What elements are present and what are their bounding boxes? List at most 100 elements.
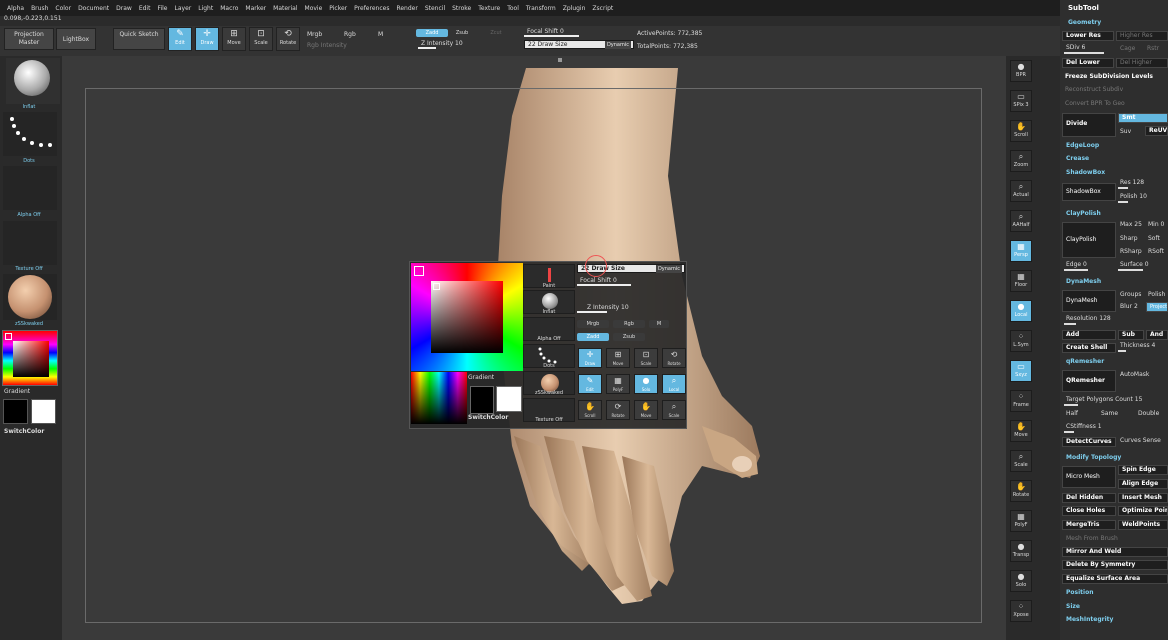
max-slider[interactable]: Max 25 xyxy=(1120,221,1142,228)
z-intensity-slider[interactable]: Z Intensity 10 xyxy=(418,40,516,49)
popup-rotate-button[interactable]: ⟲ Rotate xyxy=(662,348,686,368)
micro-mesh-button[interactable]: Micro Mesh xyxy=(1062,466,1116,488)
popup-mrgb-toggle[interactable]: Mrgb xyxy=(577,320,609,328)
menu-item-preferences[interactable]: Preferences xyxy=(354,5,389,12)
res-slider[interactable]: Res 128 xyxy=(1118,179,1168,189)
popup-edit-button[interactable]: ✎ Edit xyxy=(578,374,602,394)
edit-button[interactable]: ✎ Edit xyxy=(168,27,192,51)
right-aahalf-button[interactable]: ⌕ AAHalf xyxy=(1010,210,1032,232)
mirror-and-weld-button[interactable]: Mirror And Weld xyxy=(1062,547,1168,557)
geometry-header[interactable]: Geometry xyxy=(1068,19,1101,26)
right-xyz-button[interactable]: ▭ Sxyz xyxy=(1010,360,1032,382)
right-rotate-button[interactable]: ✋ Rotate xyxy=(1010,480,1032,502)
mesh-from-brush-button[interactable]: Mesh From Brush xyxy=(1066,535,1118,542)
min-slider[interactable]: Min 0 xyxy=(1148,221,1164,228)
surface-slider[interactable]: Surface 0 xyxy=(1118,261,1168,271)
menu-item-zplugin[interactable]: Zplugin xyxy=(563,5,586,12)
draw-size-slider[interactable]: 22 Draw Size Dynamic xyxy=(524,40,634,49)
dynamesh-button[interactable]: DynaMesh xyxy=(1062,290,1116,312)
popup-z-intensity-slider[interactable]: Z Intensity 10 xyxy=(577,304,685,313)
menu-item-document[interactable]: Document xyxy=(78,5,109,12)
divide-button[interactable]: Divide xyxy=(1062,113,1116,137)
equalize-surface-area-button[interactable]: Equalize Surface Area xyxy=(1062,574,1168,584)
align-edge-button[interactable]: Align Edge xyxy=(1118,479,1168,489)
menu-item-draw[interactable]: Draw xyxy=(116,5,132,12)
popup-focal-shift-slider[interactable]: Focal Shift 0 xyxy=(577,277,685,286)
rsharp-button[interactable]: RSharp xyxy=(1120,248,1142,255)
right-scroll-button[interactable]: ✋ Scroll xyxy=(1010,120,1032,142)
weld-points-button[interactable]: WeldPoints xyxy=(1118,520,1168,530)
menu-item-stencil[interactable]: Stencil xyxy=(425,5,445,12)
menu-item-transform[interactable]: Transform xyxy=(526,5,556,12)
suv-toggle[interactable]: Suv xyxy=(1120,128,1131,135)
soft-button[interactable]: Soft xyxy=(1148,235,1160,242)
focal-shift-slider[interactable]: Focal Shift 0 xyxy=(524,28,634,37)
zadd-toggle[interactable]: Zadd xyxy=(416,29,448,37)
move-button[interactable]: ⊞ Move xyxy=(222,27,246,51)
popup-switch-color-button[interactable]: SwitchColor xyxy=(468,414,508,421)
popup-scroll-button[interactable]: ✋ Scroll xyxy=(578,400,602,420)
mesh-integrity-header[interactable]: MeshIntegrity xyxy=(1066,616,1113,623)
sub-button[interactable]: Sub xyxy=(1118,330,1144,340)
rgb-toggle[interactable]: Rgb xyxy=(344,31,356,38)
project-toggle[interactable]: Project xyxy=(1146,302,1168,312)
menu-item-brush[interactable]: Brush xyxy=(31,5,48,12)
popup-rgb-toggle[interactable]: Rgb xyxy=(613,320,645,328)
menu-item-stroke[interactable]: Stroke xyxy=(452,5,471,12)
polish-toggle[interactable]: Polish xyxy=(1148,291,1165,298)
del-lower-button[interactable]: Del Lower xyxy=(1062,58,1114,68)
merge-tris-button[interactable]: MergeTris xyxy=(1062,520,1116,530)
claypolish-header[interactable]: ClayPolish xyxy=(1066,210,1101,217)
reuv-button[interactable]: ReUV xyxy=(1145,126,1168,136)
cstiffness-slider[interactable]: CStiffness 1 xyxy=(1064,423,1168,433)
double-button[interactable]: Double xyxy=(1138,410,1159,417)
popup-zsub-toggle[interactable]: Zsub xyxy=(613,333,645,341)
optimize-points-button[interactable]: Optimize Points xyxy=(1118,506,1168,516)
zsub-toggle[interactable]: Zsub xyxy=(450,29,474,37)
popup-scale-view-button[interactable]: ⌕ Scale xyxy=(662,400,686,420)
m-toggle[interactable]: M xyxy=(378,31,383,38)
menu-item-marker[interactable]: Marker xyxy=(245,5,266,12)
right-frame-button[interactable]: ⁘ Frame xyxy=(1010,390,1032,412)
right-scale-button[interactable]: ⌕ Scale xyxy=(1010,450,1032,472)
automask-toggle[interactable]: AutoMask xyxy=(1120,371,1149,378)
secondary-color-swatch[interactable] xyxy=(3,399,28,424)
switch-color-button[interactable]: SwitchColor xyxy=(4,428,44,435)
right-xpose-button[interactable]: ⁘ Xpose xyxy=(1010,600,1032,622)
material-slot[interactable] xyxy=(3,274,57,320)
lightbox-button[interactable]: LightBox xyxy=(56,28,96,50)
claypolish-button[interactable]: ClayPolish xyxy=(1062,222,1116,258)
popup-zadd-toggle[interactable]: Zadd xyxy=(577,333,609,341)
polish-slider[interactable]: Polish 10 xyxy=(1118,193,1168,203)
menu-item-material[interactable]: Material xyxy=(273,5,297,12)
right-lsym-button[interactable]: ⁘ L.Sym xyxy=(1010,330,1032,352)
right-zoom-button[interactable]: ⌕ Zoom xyxy=(1010,150,1032,172)
popup-rotate-view-button[interactable]: ⟳ Rotate xyxy=(606,400,630,420)
menu-item-color[interactable]: Color xyxy=(55,5,71,12)
texture-slot[interactable] xyxy=(3,221,57,265)
edge-slider[interactable]: Edge 0 xyxy=(1064,261,1112,271)
del-higher-button[interactable]: Del Higher xyxy=(1116,58,1168,68)
create-shell-button[interactable]: Create Shell xyxy=(1062,343,1116,353)
add-button[interactable]: Add xyxy=(1062,330,1116,340)
popup-m-toggle[interactable]: M xyxy=(649,320,669,328)
right-transp-button[interactable]: ● Transp xyxy=(1010,540,1032,562)
smt-toggle[interactable]: Smt xyxy=(1118,113,1168,123)
delete-by-symmetry-button[interactable]: Delete By Symmetry xyxy=(1062,560,1168,570)
rgb-intensity-slider[interactable]: Rgb Intensity xyxy=(307,42,347,49)
menu-item-render[interactable]: Render xyxy=(396,5,417,12)
shadowbox-header[interactable]: ShadowBox xyxy=(1066,169,1105,176)
right-solo-button[interactable]: ● Solo xyxy=(1010,570,1032,592)
close-holes-button[interactable]: Close Holes xyxy=(1062,506,1116,516)
spin-edge-button[interactable]: Spin Edge xyxy=(1118,465,1168,475)
popup-secondary-color[interactable] xyxy=(470,386,494,414)
popup-local-button[interactable]: ⌕ Local xyxy=(662,374,686,394)
scale-button[interactable]: ⊡ Scale xyxy=(249,27,273,51)
crease-header[interactable]: Crease xyxy=(1066,155,1089,162)
dynamesh-header[interactable]: DynaMesh xyxy=(1066,278,1101,285)
main-color-swatch[interactable] xyxy=(31,399,56,424)
edgeloop-header[interactable]: EdgeLoop xyxy=(1066,142,1099,149)
popup-move-view-button[interactable]: ✋ Move xyxy=(634,400,658,420)
menu-item-alpha[interactable]: Alpha xyxy=(7,5,24,12)
projection-master-button[interactable]: Projection Master xyxy=(4,28,54,50)
